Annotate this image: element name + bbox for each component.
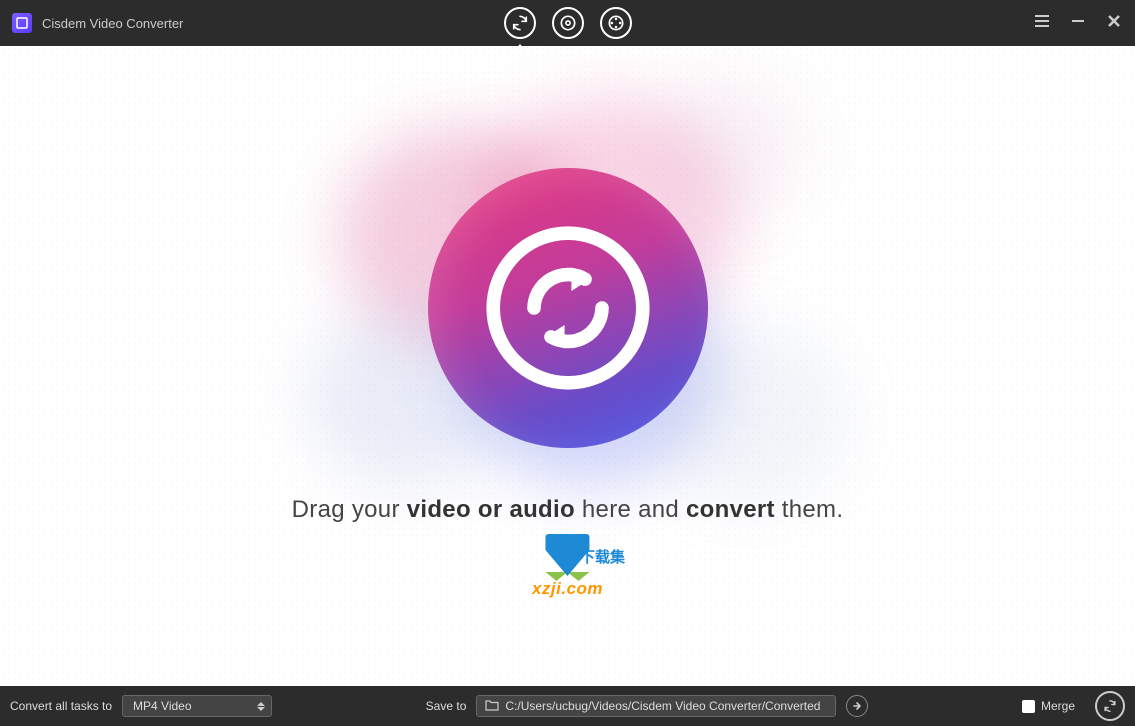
drop-instruction: Drag your video or audio here and conver…	[292, 496, 844, 524]
convert-circle-icon	[483, 223, 653, 393]
close-icon	[1105, 12, 1123, 30]
instruction-bold-2: convert	[686, 496, 775, 523]
bottombar: Convert all tasks to MP4 Video Save to C…	[0, 686, 1135, 726]
minimize-button[interactable]	[1069, 12, 1087, 35]
format-value: MP4 Video	[133, 699, 191, 713]
stepper-arrows-icon	[257, 702, 265, 711]
mode-rip-button[interactable]	[600, 7, 632, 39]
titlebar: Cisdem Video Converter	[0, 0, 1135, 46]
mode-tabs	[504, 7, 632, 39]
refresh-icon	[510, 13, 530, 33]
instruction-text-2: here and	[575, 496, 686, 523]
open-folder-button[interactable]	[846, 695, 868, 717]
drop-zone[interactable]: Drag your video or audio here and conver…	[0, 46, 1135, 686]
save-path-value: C:/Users/ucbug/Videos/Cisdem Video Conve…	[505, 699, 820, 713]
hamburger-icon	[1033, 12, 1051, 30]
merge-checkbox[interactable]	[1022, 700, 1035, 713]
save-path-field[interactable]: C:/Users/ucbug/Videos/Cisdem Video Conve…	[476, 695, 836, 717]
arrow-right-icon	[851, 700, 863, 712]
start-convert-button[interactable]	[1095, 691, 1125, 721]
menu-button[interactable]	[1033, 12, 1051, 35]
app-icon	[12, 13, 32, 33]
app-title: Cisdem Video Converter	[42, 16, 183, 31]
minimize-icon	[1069, 12, 1087, 30]
instruction-bold-1: video or audio	[407, 496, 575, 523]
film-icon	[606, 13, 626, 33]
convert-all-label: Convert all tasks to	[10, 699, 112, 713]
mode-download-button[interactable]	[552, 7, 584, 39]
window-controls	[1033, 12, 1123, 35]
format-select[interactable]: MP4 Video	[122, 695, 272, 717]
instruction-text-1: Drag your	[292, 496, 407, 523]
folder-icon	[485, 699, 499, 714]
hero-icon	[428, 168, 708, 448]
merge-option: Merge	[1022, 699, 1075, 713]
watermark-cn-text: 下载集	[580, 546, 625, 567]
mode-convert-button[interactable]	[504, 7, 536, 39]
refresh-small-icon	[1101, 697, 1119, 715]
watermark: 下载集 xzji.com	[532, 534, 603, 599]
disc-icon	[558, 13, 578, 33]
save-to-label: Save to	[426, 699, 467, 713]
merge-label: Merge	[1041, 699, 1075, 713]
instruction-text-3: them.	[775, 496, 844, 523]
watermark-url: xzji.com	[532, 579, 603, 599]
close-button[interactable]	[1105, 12, 1123, 35]
titlebar-left: Cisdem Video Converter	[12, 13, 183, 33]
